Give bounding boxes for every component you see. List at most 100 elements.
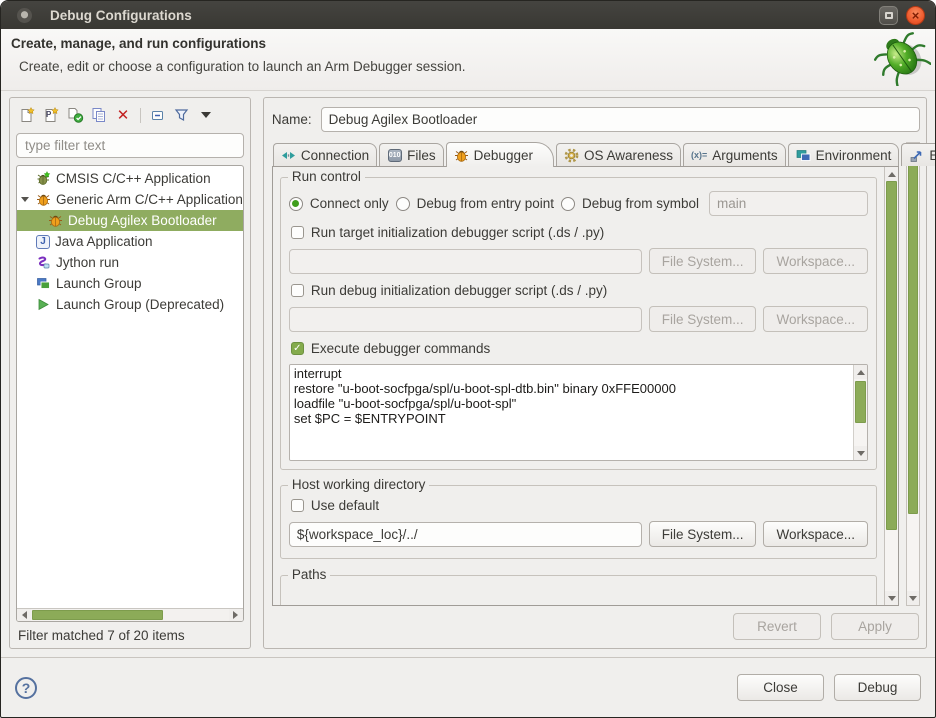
tree-item-label: CMSIS C/C++ Application bbox=[56, 171, 211, 186]
revert-button[interactable]: Revert bbox=[733, 613, 821, 640]
close-button[interactable]: Close bbox=[737, 674, 824, 701]
debug-init-checkbox[interactable] bbox=[291, 284, 304, 297]
scroll-thumb[interactable] bbox=[855, 381, 866, 423]
target-init-script-input[interactable] bbox=[289, 249, 642, 274]
tab-environment[interactable]: Environment bbox=[788, 143, 900, 166]
titlebar[interactable]: Debug Configurations × bbox=[1, 1, 935, 29]
filter-input[interactable] bbox=[16, 133, 244, 158]
arguments-icon: (x)= bbox=[691, 148, 707, 163]
scroll-track[interactable] bbox=[31, 609, 229, 621]
target-init-checkbox[interactable] bbox=[291, 226, 304, 239]
debug-from-symbol-label: Debug from symbol bbox=[582, 196, 699, 211]
debug-init-file-system-button[interactable]: File System... bbox=[649, 306, 757, 332]
tab-export[interactable]: Export bbox=[901, 143, 936, 166]
scroll-up-icon[interactable] bbox=[854, 365, 867, 379]
tree-item-java-application[interactable]: J Java Application bbox=[17, 231, 243, 252]
apply-button[interactable]: Apply bbox=[831, 613, 919, 640]
new-prototype-icon[interactable]: P bbox=[42, 107, 60, 124]
bug-star-icon bbox=[36, 171, 51, 186]
java-icon: J bbox=[36, 235, 50, 249]
scroll-down-icon[interactable] bbox=[854, 446, 867, 460]
new-configuration-icon[interactable] bbox=[18, 107, 36, 124]
scroll-down-icon[interactable] bbox=[885, 591, 898, 605]
collapse-all-icon[interactable] bbox=[149, 107, 167, 124]
maximize-button[interactable] bbox=[879, 6, 898, 25]
debugger-commands-textarea[interactable]: interrupt restore "u-boot-socfpga/spl/u-… bbox=[290, 365, 853, 460]
delete-configuration-icon[interactable]: ✕ bbox=[114, 107, 132, 124]
scroll-right-icon[interactable] bbox=[229, 609, 243, 621]
execute-commands-check-row: ✓ Execute debugger commands bbox=[291, 341, 868, 356]
host-working-directory-label: Host working directory bbox=[288, 477, 430, 492]
debugger-commands-box: interrupt restore "u-boot-socfpga/spl/u-… bbox=[289, 364, 868, 461]
connect-only-radio[interactable] bbox=[289, 197, 303, 211]
scroll-thumb[interactable] bbox=[886, 181, 897, 530]
scroll-left-icon[interactable] bbox=[17, 609, 31, 621]
editor-middle: Connection 010 Files Debugger bbox=[272, 142, 920, 606]
tree-horizontal-scrollbar[interactable] bbox=[17, 608, 243, 621]
symbol-input[interactable] bbox=[709, 191, 868, 216]
tab-os-awareness[interactable]: OS Awareness bbox=[556, 143, 681, 166]
use-default-label: Use default bbox=[311, 498, 379, 513]
tab-content-scrollbar[interactable] bbox=[884, 167, 898, 605]
gear-icon bbox=[564, 148, 579, 163]
run-mode-radio-row: Connect only Debug from entry point Debu… bbox=[289, 191, 868, 216]
editor-scrollbar[interactable] bbox=[906, 142, 920, 606]
window-title: Debug Configurations bbox=[50, 8, 871, 23]
target-init-file-system-button[interactable]: File System... bbox=[649, 248, 757, 274]
tab-files[interactable]: 010 Files bbox=[379, 143, 444, 166]
debug-from-entry-point-radio[interactable] bbox=[396, 197, 410, 211]
tree-item-launch-group-deprecated[interactable]: Launch Group (Deprecated) bbox=[17, 294, 243, 315]
filter-status: Filter matched 7 of 20 items bbox=[16, 622, 244, 643]
working-directory-workspace-button[interactable]: Workspace... bbox=[763, 521, 868, 547]
tab-arguments[interactable]: (x)= Arguments bbox=[683, 143, 786, 166]
execute-commands-checkbox[interactable]: ✓ bbox=[291, 342, 304, 355]
debugger-bug-icon bbox=[454, 148, 469, 163]
debug-button[interactable]: Debug bbox=[834, 674, 921, 701]
tree-item-label: Launch Group bbox=[56, 276, 142, 291]
debug-configurations-dialog: Debug Configurations × Create, manage, a… bbox=[0, 0, 936, 718]
close-window-button[interactable]: × bbox=[906, 6, 925, 25]
tab-connection[interactable]: Connection bbox=[273, 143, 377, 166]
scroll-up-icon[interactable] bbox=[885, 167, 898, 181]
tree-item-label: Launch Group (Deprecated) bbox=[56, 297, 224, 312]
working-directory-file-system-button[interactable]: File System... bbox=[649, 521, 757, 547]
help-button[interactable]: ? bbox=[15, 677, 37, 699]
scroll-thumb[interactable] bbox=[908, 158, 918, 514]
play-icon bbox=[36, 297, 51, 312]
debugger-tab-content-frame: Run control Connect only Debug from entr… bbox=[272, 166, 899, 606]
commands-scrollbar[interactable] bbox=[853, 365, 867, 460]
debug-init-workspace-button[interactable]: Workspace... bbox=[763, 306, 868, 332]
scroll-thumb[interactable] bbox=[32, 610, 163, 620]
connect-only-label: Connect only bbox=[310, 196, 389, 211]
bug-orange-icon bbox=[36, 192, 51, 207]
debug-init-script-input[interactable] bbox=[289, 307, 642, 332]
tree-item-launch-group[interactable]: Launch Group bbox=[17, 273, 243, 294]
maximize-icon bbox=[885, 12, 893, 19]
run-control-group: Run control Connect only Debug from entr… bbox=[280, 177, 877, 470]
scroll-down-icon[interactable] bbox=[907, 591, 919, 605]
tree-item-debug-agilex-bootloader[interactable]: Debug Agilex Bootloader bbox=[17, 210, 243, 231]
target-init-workspace-button[interactable]: Workspace... bbox=[763, 248, 868, 274]
debug-from-symbol-radio[interactable] bbox=[561, 197, 575, 211]
help-icon: ? bbox=[22, 680, 31, 696]
configuration-tree: CMSIS C/C++ Application Generic Arm C/C+… bbox=[16, 165, 244, 622]
debug-init-input-row: File System... Workspace... bbox=[289, 306, 868, 332]
paths-group-label: Paths bbox=[288, 567, 331, 582]
tree-item-generic-arm-application[interactable]: Generic Arm C/C++ Application bbox=[17, 189, 243, 210]
working-directory-input[interactable] bbox=[289, 522, 642, 547]
tree-item-jython-run[interactable]: Jython run bbox=[17, 252, 243, 273]
export-configuration-icon[interactable] bbox=[66, 107, 84, 124]
debugger-tab-content: Run control Connect only Debug from entr… bbox=[273, 167, 884, 605]
filter-icon[interactable] bbox=[173, 107, 191, 124]
expand-arrow-icon[interactable] bbox=[21, 197, 29, 202]
tab-label: Environment bbox=[816, 148, 892, 163]
tree-item-cmsis-application[interactable]: CMSIS C/C++ Application bbox=[17, 168, 243, 189]
duplicate-icon[interactable] bbox=[90, 107, 108, 124]
view-menu-dropdown-icon[interactable] bbox=[197, 107, 215, 124]
use-default-checkbox[interactable] bbox=[291, 499, 304, 512]
paths-group: Paths bbox=[280, 575, 877, 605]
host-working-directory-group: Host working directory Use default File … bbox=[280, 485, 877, 559]
tab-debugger[interactable]: Debugger bbox=[446, 142, 554, 167]
name-input[interactable] bbox=[321, 107, 920, 132]
configuration-editor: Name: Connection 010 Files bbox=[263, 97, 927, 649]
